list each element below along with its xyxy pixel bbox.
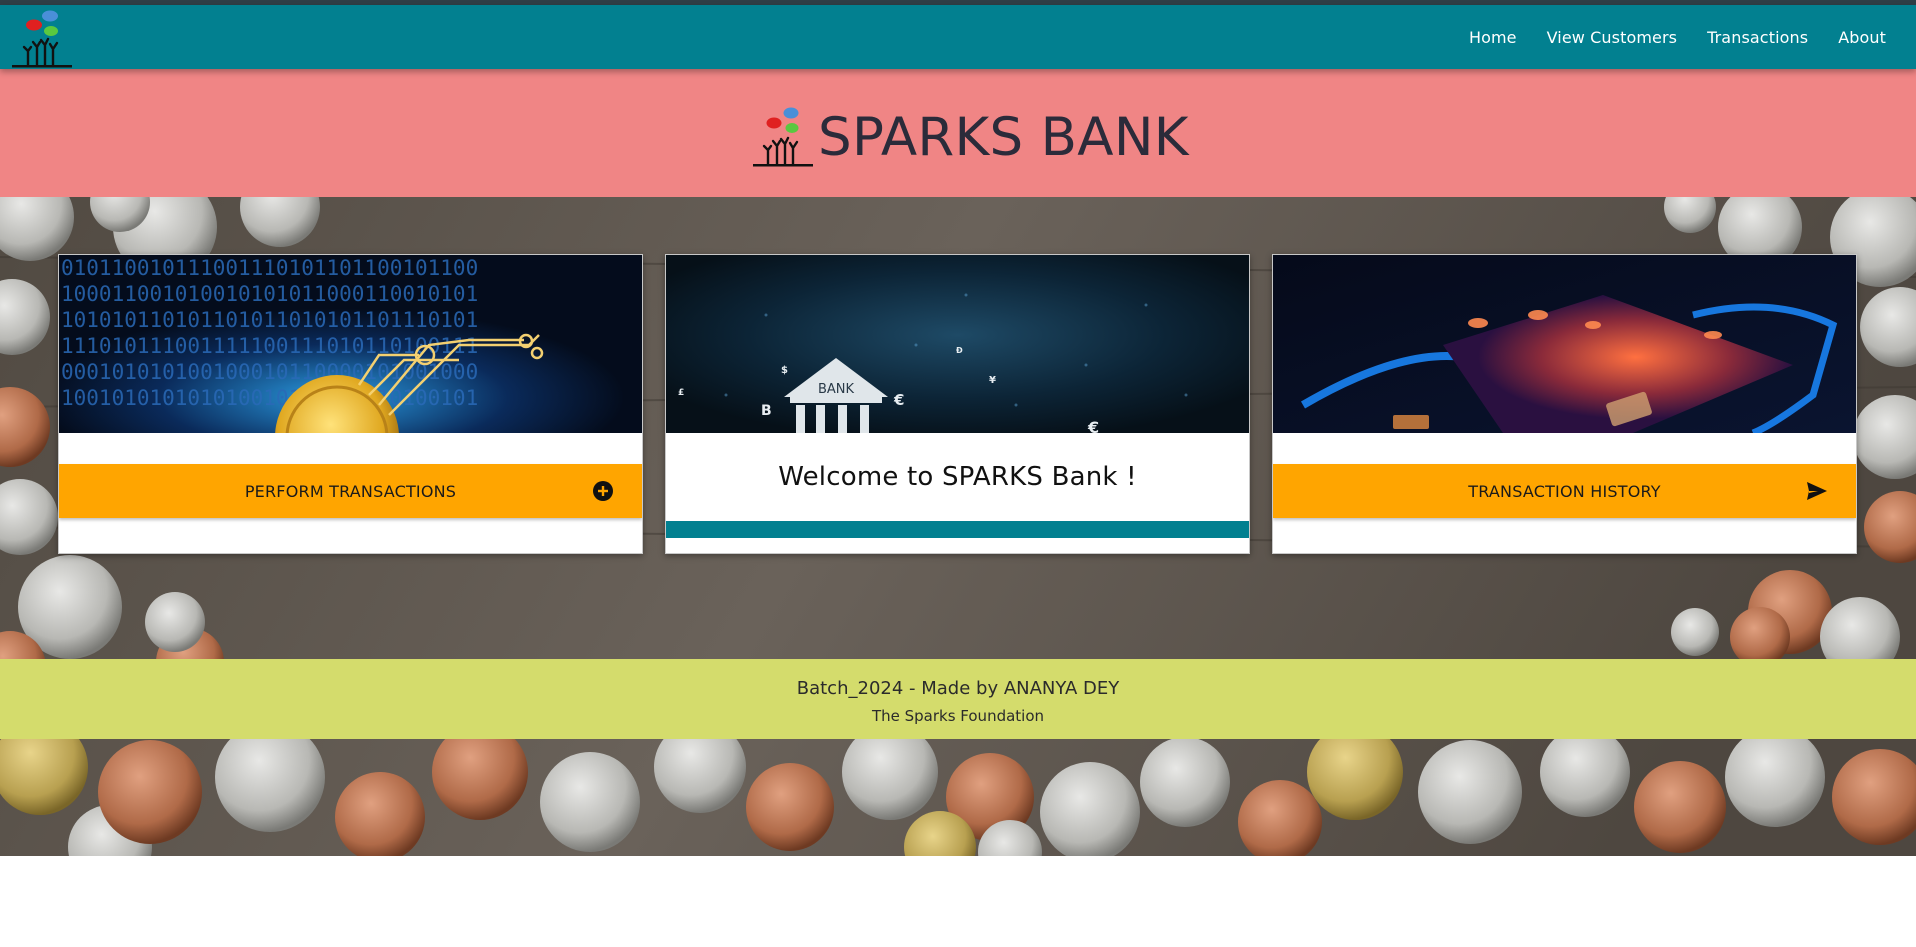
bank-image-text: BANK [818,382,855,397]
banner-heading: SPARKS BANK [752,105,1189,169]
teal-accent-bar [666,521,1249,538]
transaction-history-label: TRANSACTION HISTORY [1468,481,1661,501]
nav-links: Home View Customers Transactions About [1469,5,1886,69]
bank-building-digital-image: BANK B € $ £ ¥ € Đ [666,255,1249,433]
svg-text:¥: ¥ [989,375,996,386]
welcome-section: Welcome to SPARKS Bank ! [666,431,1249,523]
nav-link-about[interactable]: About [1838,28,1886,47]
send-arrow-icon [1807,482,1827,500]
transaction-history-button[interactable]: TRANSACTION HISTORY [1273,464,1856,518]
bitcoin-binary-circuit-image: 010110010111001110101101100101100 100011… [59,255,642,433]
footer-credit: Batch_2024 - Made by ANANYA DEY [796,678,1120,699]
perform-transactions-card: 010110010111001110101101100101100 100011… [58,254,643,554]
transaction-history-card: TRANSACTION HISTORY [1272,254,1857,554]
navbar: Home View Customers Transactions About [0,5,1916,69]
svg-text:000101010100100010110000101001: 000101010100100010110000101001000 [61,360,478,384]
nav-link-view-customers[interactable]: View Customers [1547,28,1678,47]
footer-organization: The Sparks Foundation [871,707,1045,725]
header-banner: SPARKS BANK [0,69,1916,197]
credit-card-phone-image [1273,255,1856,433]
svg-text:B: B [761,403,772,419]
perform-transactions-button[interactable]: PERFORM TRANSACTIONS [59,464,642,518]
welcome-card: BANK B € $ £ ¥ € Đ Welcome to SPARKS Ban… [665,254,1250,554]
sparks-foundation-logo-icon[interactable] [10,7,74,69]
welcome-heading: Welcome to SPARKS Bank ! [778,462,1137,492]
page-title: SPARKS BANK [818,107,1189,168]
svg-text:100011001010010101011000110010: 100011001010010101011000110010101 [61,282,478,306]
footer: Batch_2024 - Made by ANANYA DEY The Spar… [0,659,1916,739]
perform-transactions-label: PERFORM TRANSACTIONS [244,481,457,501]
svg-text:010110010111001110101101100101: 010110010111001110101101100101100 [61,256,478,280]
svg-text:$: $ [781,365,788,376]
plus-circle-icon [593,481,613,501]
svg-text:Đ: Đ [956,346,963,355]
nav-link-transactions[interactable]: Transactions [1707,28,1808,47]
sparks-foundation-logo-icon [753,107,813,167]
svg-text:€: € [893,391,904,409]
svg-text:101010110101101011010101101110: 101010110101101011010101101110101 [61,308,478,332]
svg-text:£: £ [678,388,684,398]
nav-link-home[interactable]: Home [1469,28,1517,47]
